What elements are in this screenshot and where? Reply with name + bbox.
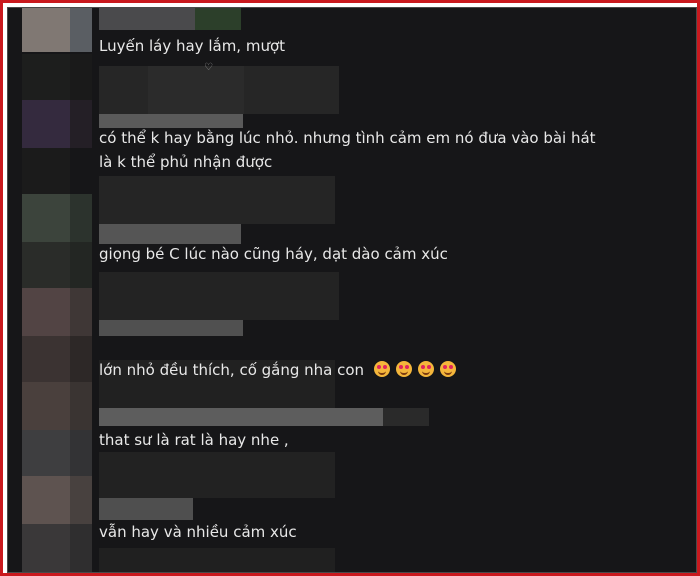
avatar[interactable]: [22, 8, 70, 52]
username-blur[interactable]: [99, 498, 193, 520]
avatar[interactable]: [22, 382, 70, 430]
avatar: [70, 430, 92, 476]
username-blur[interactable]: [99, 8, 195, 30]
smiling-face-with-hearts-icon: [374, 361, 391, 377]
heart-icon: ♡: [204, 62, 213, 73]
emoji-group: [368, 358, 457, 382]
avatar: [70, 100, 92, 148]
avatar: [70, 288, 92, 336]
avatar: [70, 242, 92, 288]
username-blur: [195, 8, 241, 30]
avatar: [22, 242, 70, 288]
reaction-blur: [99, 548, 335, 572]
reaction-blur: [99, 452, 335, 498]
smiling-face-with-hearts-icon: [396, 361, 413, 377]
username-blur[interactable]: [99, 408, 383, 426]
username-blur[interactable]: [99, 224, 241, 244]
reaction-blur: [99, 272, 339, 320]
reaction-blur: [148, 66, 244, 114]
avatar-column: [22, 8, 98, 572]
smiling-face-with-hearts-icon: [440, 361, 457, 377]
avatar: [70, 54, 92, 100]
avatar[interactable]: [22, 476, 70, 524]
avatar: [22, 336, 70, 382]
reaction-blur: [99, 176, 335, 224]
avatar[interactable]: [22, 100, 70, 148]
smiling-face-with-hearts-icon: [418, 361, 435, 377]
username-blur: [383, 408, 429, 426]
avatar: [22, 430, 70, 476]
comment-text-label: lớn nhỏ đều thích, cố gắng nha con: [99, 361, 365, 379]
comment-text: lớn nhỏ đều thích, cố gắng nha con: [99, 334, 457, 382]
avatar: [22, 54, 70, 100]
avatar[interactable]: [22, 194, 70, 242]
comment-text: Luyến láy hay lắm, mượt: [99, 37, 286, 55]
avatar: [70, 476, 92, 524]
avatar: [70, 194, 92, 242]
comment-text: that sư là rat là hay nhe ,: [99, 431, 289, 449]
avatar: [70, 8, 92, 52]
avatar: [22, 524, 70, 572]
avatar: [70, 382, 92, 430]
comment-text: giọng bé C lúc nào cũng háy, dạt dào cảm…: [99, 245, 448, 263]
comment-panel: ♡ Luyến láy hay lắm, mượt có thể k hay b…: [7, 7, 697, 573]
screenshot-frame: ♡ Luyến láy hay lắm, mượt có thể k hay b…: [0, 0, 700, 576]
comment-text: có thể k hay bằng lúc nhỏ. nhưng tình cả…: [99, 129, 596, 171]
avatar: [70, 524, 92, 572]
avatar: [70, 336, 92, 382]
comment-text: vẫn hay và nhiều cảm xúc: [99, 523, 297, 541]
avatar: [22, 148, 70, 194]
avatar[interactable]: [22, 288, 70, 336]
